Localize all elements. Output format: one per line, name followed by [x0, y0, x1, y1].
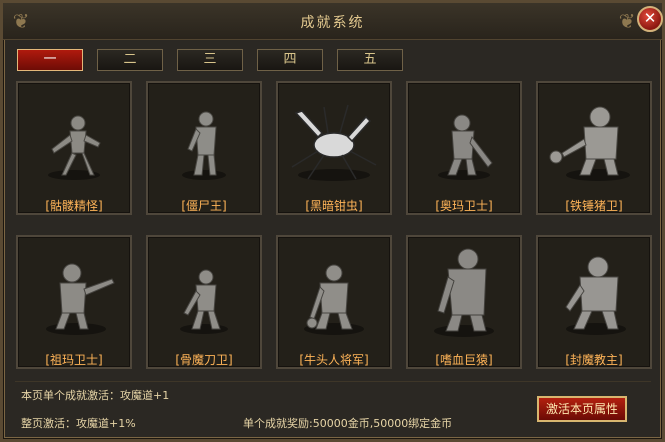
achievement-name: [牛头人将军]: [299, 353, 369, 367]
achievement-card[interactable]: [铁锤猪卫]: [536, 81, 652, 215]
page-activate-text: 整页激活：攻魔道+1%: [21, 417, 136, 430]
achievement-name: [嗜血巨猿]: [435, 353, 493, 367]
achievement-name: [奥玛卫士]: [435, 199, 493, 213]
achievement-window: ❦ 成就系统 ❦ ✕ 一 二 三 四 五 [骷髅精怪] [僵尸王] [黑暗钳虫]…: [0, 0, 665, 442]
activate-page-button[interactable]: 激活本页属性: [537, 396, 627, 422]
tab-page-5[interactable]: 五: [337, 49, 403, 71]
corner-ornament-icon: ❦: [618, 9, 636, 33]
reward-text: 单个成就奖励:50000金币,50000绑定金币: [243, 417, 453, 430]
close-button[interactable]: ✕: [637, 6, 663, 32]
achievement-name: [骨魔刀卫]: [175, 353, 233, 367]
tab-page-3[interactable]: 三: [177, 49, 243, 71]
achievement-name: [祖玛卫士]: [45, 353, 103, 367]
achievement-card[interactable]: [僵尸王]: [146, 81, 262, 215]
zuma-guard-icon: [46, 263, 115, 335]
tab-page-1[interactable]: 一: [17, 49, 83, 71]
achievement-card[interactable]: [祖玛卫士]: [16, 235, 132, 369]
title-bar: ❦ 成就系统 ❦: [3, 3, 662, 40]
oma-guard-icon: [438, 114, 493, 180]
dark-pincer-bug-icon: [291, 104, 377, 181]
achievement-card[interactable]: [牛头人将军]: [276, 235, 392, 369]
zombie-king-icon: [182, 111, 226, 180]
achievement-card[interactable]: [骨魔刀卫]: [146, 235, 262, 369]
bone-demon-blade-guard-icon: [180, 269, 228, 334]
bloodthirsty-giant-ape-icon: [434, 248, 494, 337]
achievement-card[interactable]: [封魔教主]: [536, 235, 652, 369]
minotaur-general-icon: [304, 264, 364, 335]
achievement-card[interactable]: [黑暗钳虫]: [276, 81, 392, 215]
achievement-card[interactable]: [奥玛卫士]: [406, 81, 522, 215]
achievement-name: [骷髅精怪]: [45, 199, 103, 213]
tab-page-4[interactable]: 四: [257, 49, 323, 71]
achievement-card[interactable]: [骷髅精怪]: [16, 81, 132, 215]
close-icon: ✕: [643, 9, 657, 27]
window-title: 成就系统: [300, 15, 365, 31]
achievement-name: [铁锤猪卫]: [565, 199, 623, 213]
tab-page-2[interactable]: 二: [97, 49, 163, 71]
single-activate-text: 本页单个成就激活：攻魔道+1: [21, 389, 170, 402]
seal-demon-master-icon: [565, 256, 626, 335]
iron-hammer-pig-guard-icon: [549, 106, 630, 181]
achievement-name: [僵尸王]: [181, 199, 227, 213]
divider: [15, 381, 651, 382]
achievement-grid: [骷髅精怪] [僵尸王] [黑暗钳虫] [奥玛卫士] [铁锤猪卫] [祖玛卫士]…: [13, 77, 652, 373]
achievement-name: [封魔教主]: [565, 353, 623, 367]
skeleton-monster-icon: [48, 115, 101, 180]
achievement-card[interactable]: [嗜血巨猿]: [406, 235, 522, 369]
achievement-name: [黑暗钳虫]: [305, 199, 363, 213]
